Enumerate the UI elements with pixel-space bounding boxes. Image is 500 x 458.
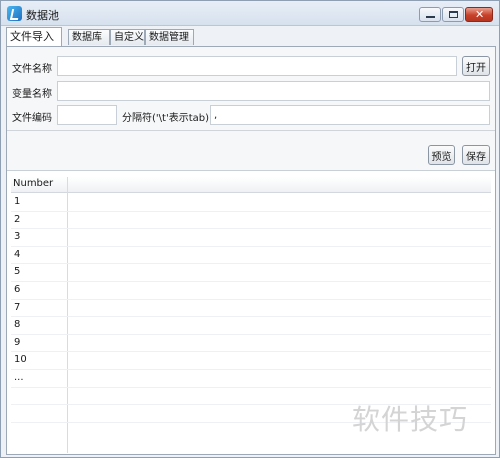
number-cell: 7: [14, 301, 21, 313]
table-row[interactable]: 6: [11, 282, 491, 300]
table-row[interactable]: 5: [11, 264, 491, 282]
table-row[interactable]: ...: [11, 370, 491, 388]
delimiter-label: 分隔符('\t'表示tab): [122, 113, 209, 124]
variable-name-label: 变量名称: [12, 89, 52, 100]
number-cell: 9: [14, 336, 21, 348]
table-row[interactable]: 2: [11, 212, 491, 230]
number-cell: 10: [14, 354, 27, 366]
watermark-text: 软件技巧: [352, 403, 469, 436]
column-header-number[interactable]: Number: [13, 178, 53, 189]
variable-name-input[interactable]: [57, 81, 490, 101]
delimiter-input[interactable]: [210, 105, 490, 125]
preview-button[interactable]: 预览: [428, 145, 455, 165]
table-row[interactable]: 1: [11, 194, 491, 212]
tab-data-management[interactable]: 数据管理: [145, 29, 194, 45]
data-pool-window: 数据池 ✕ 文件导入 数据库 自定义 数据管理 文件名称 打开 变量名称 文件编…: [0, 0, 500, 458]
close-button[interactable]: ✕: [465, 7, 493, 22]
table-row[interactable]: 7: [11, 300, 491, 318]
number-cell: ...: [14, 371, 24, 383]
file-name-input[interactable]: [57, 56, 457, 76]
grid-rows: 1 2 3 4 5 6 7 8 9 10 ...: [11, 194, 491, 423]
maximize-button[interactable]: [442, 7, 464, 22]
tab-custom[interactable]: 自定义: [110, 29, 145, 45]
tab-bar: 文件导入 数据库 自定义 数据管理: [6, 27, 496, 46]
minimize-button[interactable]: [419, 7, 441, 22]
number-cell: 1: [14, 196, 21, 207]
tab-database[interactable]: 数据库: [68, 29, 110, 45]
tab-file-import[interactable]: 文件导入: [6, 27, 62, 46]
number-cell: 5: [14, 266, 21, 278]
import-form: 文件名称 打开 变量名称 文件编码 分隔符('\t'表示tab): [7, 47, 495, 130]
action-bar: 预览 保存: [7, 131, 495, 171]
file-encoding-input[interactable]: [57, 105, 117, 125]
table-row[interactable]: 8: [11, 317, 491, 335]
table-row[interactable]: 4: [11, 247, 491, 265]
table-row[interactable]: 3: [11, 229, 491, 247]
window-title: 数据池: [26, 9, 59, 22]
number-cell: 8: [14, 319, 21, 331]
number-cell: 4: [14, 248, 21, 260]
file-encoding-label: 文件编码: [12, 113, 52, 124]
save-button[interactable]: 保存: [462, 145, 490, 165]
maximize-icon: [449, 11, 458, 18]
number-cell: 6: [14, 283, 21, 295]
close-icon: ✕: [475, 8, 485, 21]
number-cell: 2: [14, 213, 21, 225]
table-row[interactable]: 9: [11, 335, 491, 353]
app-icon: [7, 6, 22, 21]
file-import-panel: 文件名称 打开 变量名称 文件编码 分隔符('\t'表示tab) 预览 保存 N…: [6, 46, 496, 455]
title-bar[interactable]: 数据池 ✕: [1, 1, 499, 26]
number-cell: 3: [14, 231, 21, 243]
file-name-label: 文件名称: [12, 64, 52, 75]
minimize-icon: [426, 16, 435, 18]
open-button[interactable]: 打开: [462, 56, 490, 76]
table-row[interactable]: 10: [11, 352, 491, 370]
grid-header: Number: [11, 177, 491, 193]
